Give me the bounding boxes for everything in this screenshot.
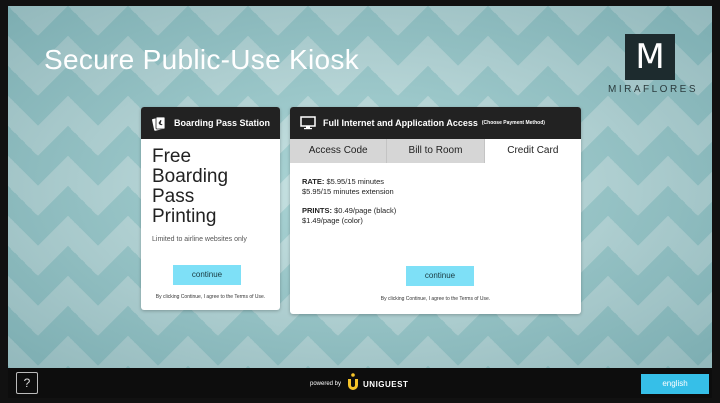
prints-color: $1.49/page (color) [302, 216, 363, 225]
headline-line: Free [152, 146, 192, 167]
rate-label: RATE: [302, 177, 325, 186]
prints-block: PRINTS: $0.49/page (black) $1.49/page (c… [302, 206, 569, 226]
internet-continue-button[interactable]: continue [406, 266, 474, 286]
boarding-card-header: Boarding Pass Station [141, 107, 280, 139]
logo-mark: M [625, 34, 675, 80]
internet-access-card: Full Internet and Application Access (Ch… [290, 107, 581, 314]
boarding-terms-text: By clicking Continue, I agree to the Ter… [155, 294, 266, 300]
rate-block: RATE: $5.95/15 minutes $5.95/15 minutes … [302, 177, 569, 197]
page-title: Secure Public-Use Kiosk [44, 44, 360, 75]
boarding-card-title: Boarding Pass Station [174, 118, 271, 128]
uniguest-logo-icon [347, 372, 359, 396]
help-button[interactable]: ? [16, 372, 38, 394]
internet-terms-text: By clicking Continue, I agree to the Ter… [380, 296, 491, 302]
powered-by: powered by UNIGUEST [310, 372, 409, 396]
brand-name: UNIGUEST [363, 379, 409, 389]
tab-bill-to-room[interactable]: Bill to Room [387, 139, 485, 163]
miraflores-logo: M MIRAFLORES [608, 34, 699, 104]
rate-extension: $5.95/15 minutes extension [302, 187, 394, 196]
prints-line: PRINTS: $0.49/page (black) [302, 206, 569, 216]
prints-value: $0.49/page (black) [334, 206, 397, 215]
boarding-continue-button[interactable]: continue [173, 265, 241, 285]
rate-value: $5.95/15 minutes [326, 177, 384, 186]
internet-card-title: Full Internet and Application Access [323, 118, 478, 128]
headline-line: Boarding [152, 166, 229, 187]
rate-line: RATE: $5.95/15 minutes [302, 177, 569, 187]
internet-card-header: Full Internet and Application Access (Ch… [290, 107, 581, 139]
logo-text: MIRAFLORES [608, 84, 699, 95]
boarding-pass-card: Boarding Pass Station Free Boarding Pass… [141, 107, 280, 310]
boarding-pass-icon [151, 115, 167, 131]
limited-note: Limited to airline websites only [152, 236, 247, 243]
prints-label: PRINTS: [302, 206, 332, 215]
tab-access-code[interactable]: Access Code [290, 139, 388, 163]
powered-by-text: powered by [310, 381, 342, 387]
rate-info: RATE: $5.95/15 minutes $5.95/15 minutes … [290, 163, 581, 226]
headline-line: Pass [152, 186, 195, 207]
tab-credit-card[interactable]: Credit Card [484, 139, 581, 163]
free-boarding-headline: Free Boarding Pass Printing [141, 139, 280, 227]
headline-line: Printing [152, 206, 217, 227]
language-button[interactable]: english [641, 374, 709, 394]
payment-tabs: Access Code Bill to Room Credit Card [290, 139, 581, 163]
payment-method-note: (Choose Payment Method) [481, 120, 545, 126]
monitor-icon [300, 115, 316, 131]
